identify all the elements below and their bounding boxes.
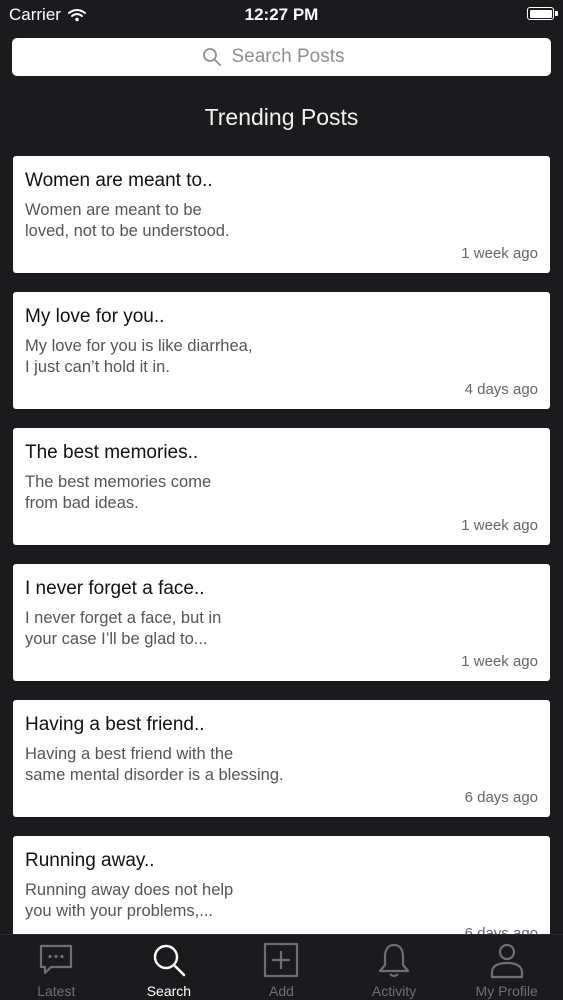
post-excerpt: Running away does not help you with your… bbox=[25, 880, 325, 922]
post-excerpt-line: from bad ideas. bbox=[25, 494, 139, 512]
tab-search[interactable]: Search bbox=[113, 935, 226, 1000]
section-title: Trending Posts bbox=[204, 104, 359, 130]
tab-label: Latest bbox=[37, 983, 76, 999]
tab-label: My Profile bbox=[475, 983, 538, 999]
search-bar[interactable] bbox=[12, 38, 551, 76]
post-excerpt-line: I never forget a face, but in bbox=[25, 609, 222, 627]
post-timestamp: 1 week ago bbox=[461, 245, 538, 262]
post-feed[interactable]: Women are meant to.. Women are meant to … bbox=[13, 156, 550, 934]
bell-icon bbox=[378, 943, 410, 977]
post-title: Running away.. bbox=[25, 850, 155, 871]
post-excerpt-line: Women are meant to be bbox=[25, 201, 202, 219]
chat-bubble-icon bbox=[40, 944, 73, 975]
status-bar: Carrier 12:27 PM bbox=[0, 0, 563, 30]
post-timestamp: 1 week ago bbox=[461, 653, 538, 670]
plus-square-icon bbox=[264, 942, 299, 978]
battery-icon bbox=[527, 7, 558, 20]
post-excerpt: My love for you is like diarrhea, I just… bbox=[25, 336, 325, 378]
post-card[interactable]: The best memories.. The best memories co… bbox=[13, 428, 550, 545]
post-title: I never forget a face.. bbox=[25, 578, 205, 599]
tab-label: Search bbox=[146, 983, 192, 999]
post-excerpt-line: Having a best friend with the bbox=[25, 745, 234, 763]
post-excerpt-line: loved, not to be understood. bbox=[25, 222, 230, 240]
tab-latest[interactable]: Latest bbox=[0, 935, 113, 1000]
search-icon bbox=[202, 48, 221, 66]
post-excerpt-line: you with your problems,... bbox=[25, 902, 213, 920]
status-time: 12:27 PM bbox=[244, 5, 319, 24]
search-input[interactable] bbox=[231, 46, 362, 68]
search-icon bbox=[153, 944, 186, 977]
post-card[interactable]: Having a best friend.. Having a best fri… bbox=[13, 700, 550, 817]
tab-label: Add bbox=[269, 983, 294, 999]
post-excerpt-line: The best memories come bbox=[25, 473, 212, 491]
post-title: Having a best friend.. bbox=[25, 714, 205, 735]
post-excerpt: Having a best friend with the same menta… bbox=[25, 744, 325, 786]
post-excerpt-line: your case I’ll be glad to... bbox=[25, 630, 208, 648]
post-excerpt-line: Running away does not help bbox=[25, 881, 234, 899]
tab-bar: Latest Search Add Activity My Profile bbox=[0, 934, 563, 1000]
post-excerpt: The best memories come from bad ideas. bbox=[25, 472, 325, 514]
post-card[interactable]: Running away.. Running away does not hel… bbox=[13, 836, 550, 934]
tab-label: Activity bbox=[371, 983, 417, 999]
user-icon bbox=[490, 943, 523, 979]
tab-activity[interactable]: Activity bbox=[338, 935, 451, 1000]
post-card[interactable]: I never forget a face.. I never forget a… bbox=[13, 564, 550, 681]
post-card[interactable]: My love for you.. My love for you is lik… bbox=[13, 292, 550, 409]
tab-my-profile[interactable]: My Profile bbox=[450, 935, 563, 1000]
post-excerpt: I never forget a face, but in your case … bbox=[25, 608, 325, 650]
post-timestamp: 6 days ago bbox=[464, 925, 538, 934]
post-title: My love for you.. bbox=[25, 306, 165, 327]
tab-add[interactable]: Add bbox=[225, 935, 338, 1000]
post-timestamp: 1 week ago bbox=[461, 517, 538, 534]
post-excerpt-line: same mental disorder is a blessing. bbox=[25, 766, 284, 784]
post-title: The best memories.. bbox=[25, 442, 199, 463]
post-excerpt-line: I just can’t hold it in. bbox=[25, 358, 170, 376]
post-excerpt: Women are meant to be loved, not to be u… bbox=[25, 200, 325, 242]
post-timestamp: 6 days ago bbox=[464, 789, 538, 806]
post-excerpt-line: My love for you is like diarrhea, bbox=[25, 337, 253, 355]
post-title: Women are meant to.. bbox=[25, 170, 213, 191]
post-card[interactable]: Women are meant to.. Women are meant to … bbox=[13, 156, 550, 273]
post-timestamp: 4 days ago bbox=[464, 381, 538, 398]
